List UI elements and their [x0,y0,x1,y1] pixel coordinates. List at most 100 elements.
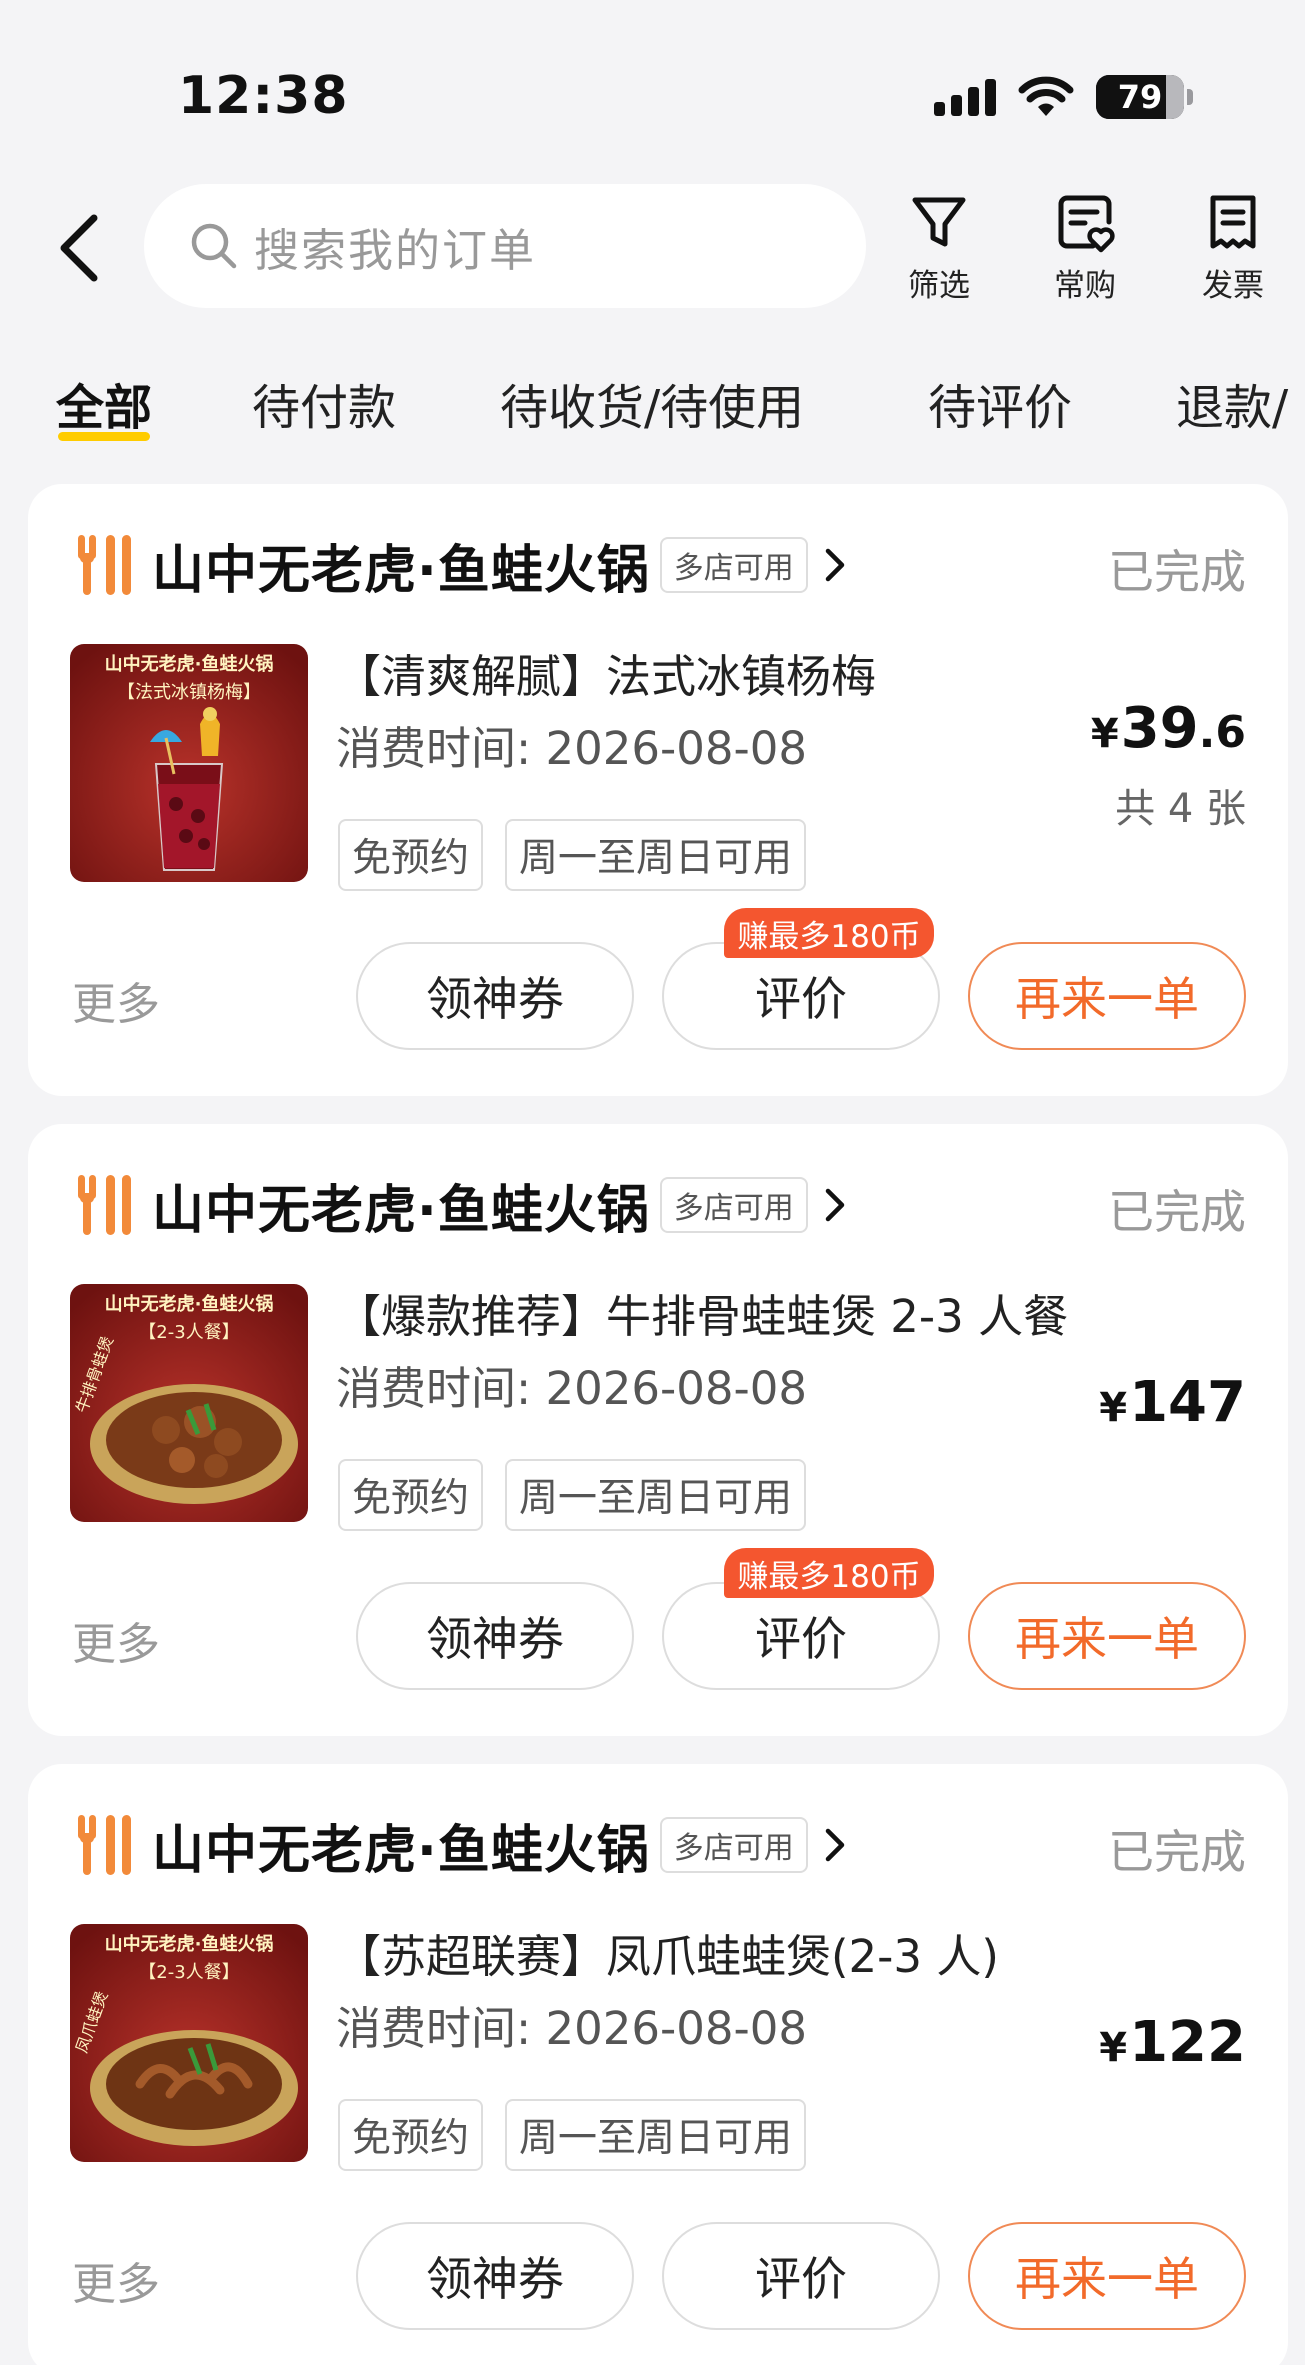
tab-pending-review[interactable]: 待评价 [928,368,1072,438]
review-button[interactable]: 评价 [662,942,940,1050]
frequent-buy-icon [1058,195,1115,253]
product-tags: 免预约 周一至周日可用 [338,819,807,891]
cellular-signal-icon [934,78,996,116]
multi-store-badge: 多店可用 [659,1817,808,1873]
price-integer: 122 [1129,2010,1246,2075]
filter-label: 筛选 [908,268,970,304]
chevron-right-icon[interactable] [820,1825,850,1865]
order-price: ¥39.6 [1091,696,1246,761]
product-tags: 免预约 周一至周日可用 [338,2099,807,2171]
chevron-right-icon[interactable] [820,1185,850,1225]
search-input[interactable]: 搜索我的订单 [144,184,866,308]
order-search-header: 搜索我的订单 筛选 常购 发票 [0,180,1305,310]
restaurant-fork-icon [78,535,131,595]
order-card[interactable]: 山中无老虎·鱼蛙火锅 多店可用 已完成 山中无老虎·鱼蛙火锅 【2-3人餐】 凤… [28,1764,1288,2365]
filter-button[interactable]: 筛选 [884,190,994,305]
tab-all[interactable]: 全部 [56,368,152,438]
reward-badge: 赚最多180币 [724,908,934,958]
status-icons: 79 [934,70,1193,124]
order-card[interactable]: 山中无老虎·鱼蛙火锅 多店可用 已完成 山中无老虎·鱼蛙火锅 【2-3人餐】 牛… [28,1124,1288,1736]
shop-name[interactable]: 山中无老虎·鱼蛙火锅 [152,1808,650,1883]
price-integer: 147 [1129,1370,1246,1435]
price-decimal: .6 [1198,707,1246,758]
review-button[interactable]: 评价 [662,2222,940,2330]
product-thumbnail[interactable]: 山中无老虎·鱼蛙火锅 【2-3人餐】 凤爪蛙煲 [70,1924,308,2162]
order-price: ¥122 [1099,2010,1246,2075]
tag-availability: 周一至周日可用 [505,1459,807,1531]
order-status: 已完成 [1108,1825,1246,1879]
tag-availability: 周一至周日可用 [505,2099,807,2171]
product-title: 【清爽解腻】法式冰镇杨梅 [336,650,877,703]
get-coupon-button[interactable]: 领神券 [356,2222,634,2330]
consume-time: 消费时间: 2026-08-08 [336,1362,807,1415]
wifi-icon [1018,76,1074,116]
search-icon [191,223,237,269]
product-tags: 免预约 周一至周日可用 [338,1459,807,1531]
filter-icon [912,197,966,247]
order-card[interactable]: 山中无老虎·鱼蛙火锅 多店可用 已完成 山中无老虎·鱼蛙火锅 【法式冰镇杨梅】 … [28,484,1288,1096]
chevron-left-icon [60,214,98,282]
reorder-button[interactable]: 再来一单 [968,942,1246,1050]
status-bar: 12:38 79 [0,0,1305,150]
reorder-button[interactable]: 再来一单 [968,1582,1246,1690]
frequent-buy-button[interactable]: 常购 [1030,190,1140,305]
chevron-right-icon[interactable] [820,545,850,585]
multi-store-badge: 多店可用 [659,1177,808,1233]
reward-badge: 赚最多180币 [724,1548,934,1598]
tag-no-reservation: 免预约 [338,2099,484,2171]
tag-no-reservation: 免预约 [338,819,484,891]
order-price: ¥147 [1099,1370,1246,1435]
more-link[interactable]: 更多 [72,2248,160,2312]
get-coupon-button[interactable]: 领神券 [356,942,634,1050]
product-title: 【爆款推荐】牛排骨蛙蛙煲 2-3 人餐 [336,1290,1069,1343]
price-symbol: ¥ [1090,711,1119,757]
consume-time: 消费时间: 2026-08-08 [336,2002,807,2055]
price-symbol: ¥ [1099,2025,1128,2071]
more-link[interactable]: 更多 [72,968,160,1032]
thumbnail-subtitle: 【法式冰镇杨梅】 [117,682,261,703]
thumbnail-image: 山中无老虎·鱼蛙火锅 【2-3人餐】 牛排骨蛙煲 [70,1284,308,1522]
thumbnail-banner: 山中无老虎·鱼蛙火锅 [105,1933,274,1955]
active-tab-indicator [58,432,150,441]
thumbnail-banner: 山中无老虎·鱼蛙火锅 [105,1293,274,1315]
price-symbol: ¥ [1099,1385,1128,1431]
reorder-button[interactable]: 再来一单 [968,2222,1246,2330]
thumbnail-subtitle: 【2-3人餐】 [138,1322,239,1343]
tab-refund[interactable]: 退款/ [1176,368,1288,438]
invoice-icon [1210,195,1256,249]
review-button[interactable]: 评价 [662,1582,940,1690]
product-thumbnail[interactable]: 山中无老虎·鱼蛙火锅 【法式冰镇杨梅】 [70,644,308,882]
shop-name[interactable]: 山中无老虎·鱼蛙火锅 [152,528,650,603]
tag-availability: 周一至周日可用 [505,819,807,891]
order-status: 已完成 [1108,1185,1246,1239]
consume-time: 消费时间: 2026-08-08 [336,722,807,775]
thumbnail-subtitle: 【2-3人餐】 [138,1962,239,1983]
frequent-buy-label: 常购 [1054,268,1116,304]
product-thumbnail[interactable]: 山中无老虎·鱼蛙火锅 【2-3人餐】 牛排骨蛙煲 [70,1284,308,1522]
tab-pending-payment[interactable]: 待付款 [252,368,396,438]
order-tabs: 全部 待付款 待收货/待使用 待评价 退款/ [0,360,1305,450]
shop-row: 山中无老虎·鱼蛙火锅 多店可用 [74,1808,850,1883]
restaurant-fork-icon [78,1815,131,1875]
shop-row: 山中无老虎·鱼蛙火锅 多店可用 [74,528,850,603]
battery-level: 79 [1117,78,1163,116]
thumbnail-banner: 山中无老虎·鱼蛙火锅 [105,653,274,675]
invoice-label: 发票 [1202,268,1264,304]
order-status: 已完成 [1108,545,1246,599]
back-button[interactable] [50,210,110,286]
invoice-button[interactable]: 发票 [1178,190,1288,305]
tag-no-reservation: 免预约 [338,1459,484,1531]
thumbnail-image: 山中无老虎·鱼蛙火锅 【法式冰镇杨梅】 [70,644,308,882]
order-quantity: 共 4 张 [1115,786,1246,832]
status-time: 12:38 [178,66,349,126]
search-placeholder: 搜索我的订单 [254,223,537,277]
price-integer: 39 [1120,696,1199,761]
get-coupon-button[interactable]: 领神券 [356,1582,634,1690]
tab-pending-receipt[interactable]: 待收货/待使用 [500,368,804,438]
thumbnail-image: 山中无老虎·鱼蛙火锅 【2-3人餐】 凤爪蛙煲 [70,1924,308,2162]
restaurant-fork-icon [78,1175,131,1235]
shop-row: 山中无老虎·鱼蛙火锅 多店可用 [74,1168,850,1243]
battery-icon: 79 [1096,75,1193,119]
more-link[interactable]: 更多 [72,1608,160,1672]
shop-name[interactable]: 山中无老虎·鱼蛙火锅 [152,1168,650,1243]
